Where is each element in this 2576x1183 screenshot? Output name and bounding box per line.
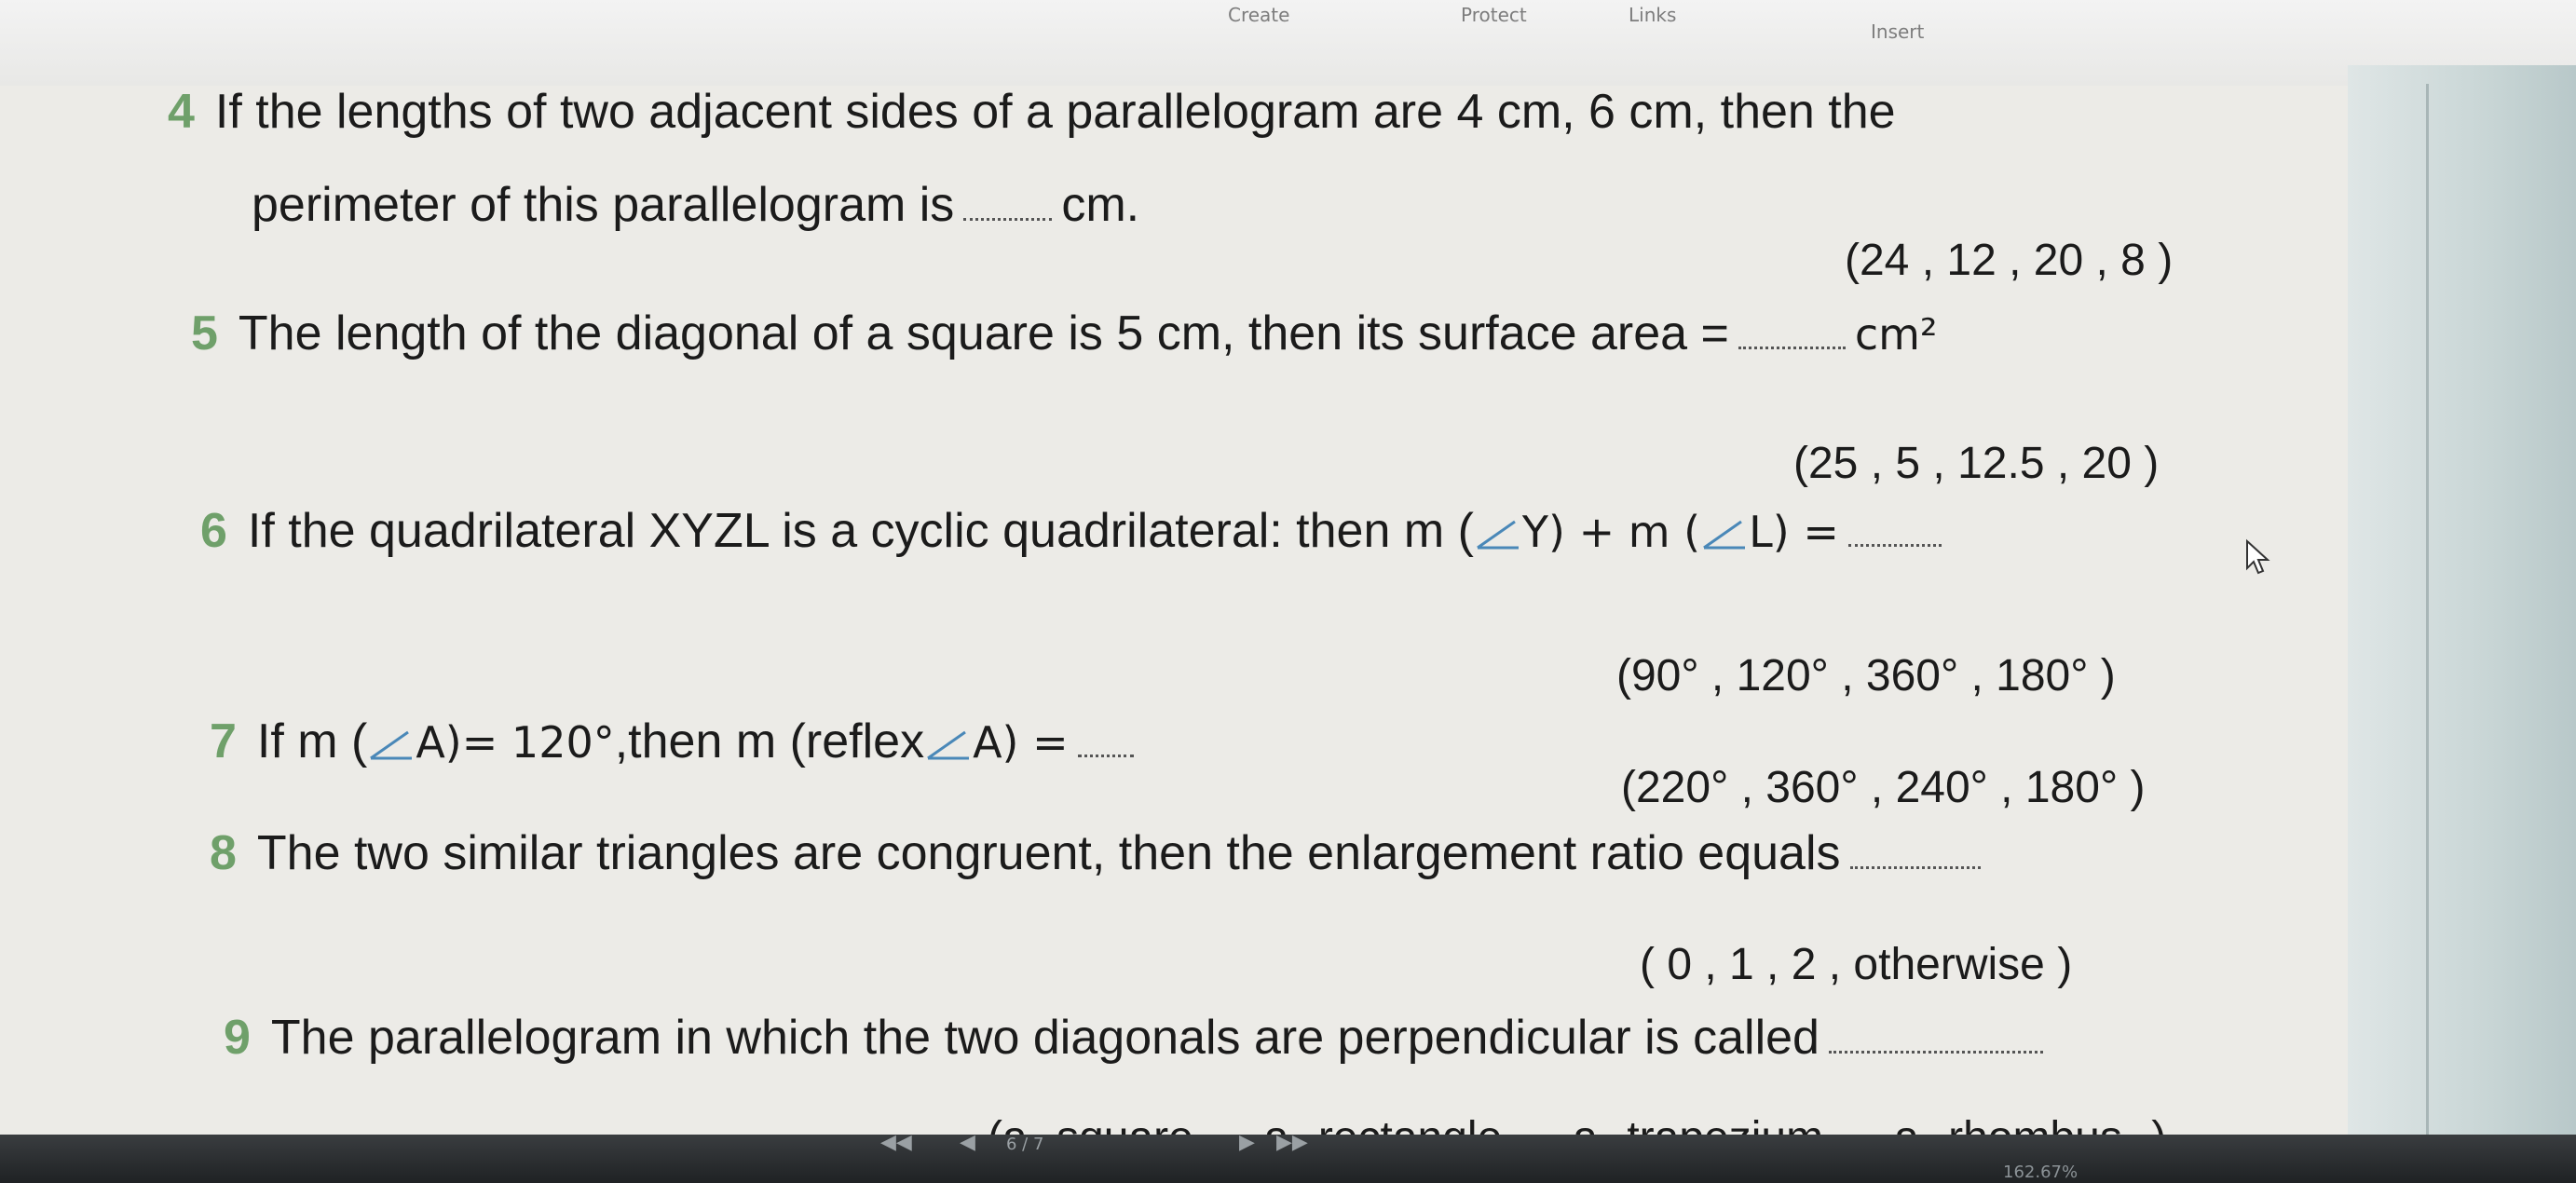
ribbon-tab-create[interactable]: Create xyxy=(1228,4,1289,26)
question-6-options: (90° , 120° , 360° , 180° ) xyxy=(1616,651,2116,700)
ribbon-tab-links[interactable]: Links xyxy=(1629,4,1676,26)
question-text: The parallelogram in which the two diago… xyxy=(270,1011,1820,1065)
answer-blank[interactable] xyxy=(1738,337,1846,349)
question-5-options: (25 , 5 , 12.5 , 20 ) xyxy=(1793,439,2160,488)
math-text: A) = xyxy=(973,717,1069,768)
question-text: ,then m (reflex xyxy=(614,714,925,768)
question-number: 6 xyxy=(200,504,227,558)
question-text: The length of the diagonal of a square i… xyxy=(238,306,1729,360)
question-text: The two similar triangles are congruent,… xyxy=(256,826,1841,880)
question-text: If the lengths of two adjacent sides of … xyxy=(214,85,1896,139)
answer-blank[interactable] xyxy=(1847,535,1942,547)
first-page-button[interactable]: ◀◀ xyxy=(880,1131,912,1154)
question-number: 7 xyxy=(210,714,237,768)
unit-text: cm. xyxy=(1061,178,1140,232)
math-text: L) = xyxy=(1749,507,1839,557)
question-8-line: 8 The two similar triangles are congruent… xyxy=(210,825,1990,881)
question-number: 8 xyxy=(210,826,237,880)
question-text: If the quadrilateral XYZL is a cyclic qu… xyxy=(247,504,1474,558)
panel-divider xyxy=(2426,84,2429,1136)
document-page: 4 If the lengths of two adjacent sides of… xyxy=(56,28,2385,1163)
answer-blank[interactable] xyxy=(1849,857,1981,869)
math-text: Y) + m ( xyxy=(1521,507,1701,557)
math-text: A)= 120° xyxy=(416,717,615,768)
mouse-pointer-icon xyxy=(2243,538,2277,580)
last-page-button[interactable]: ▶▶ xyxy=(1276,1131,1308,1154)
answer-blank[interactable] xyxy=(1077,745,1134,757)
angle-icon xyxy=(1700,518,1749,550)
angle-icon xyxy=(1474,518,1522,550)
question-4-options: (24 , 12 , 20 , 8 ) xyxy=(1845,236,2174,285)
zoom-level[interactable]: 162.67% xyxy=(2003,1163,2078,1182)
question-4-line-1: 4 If the lengths of two adjacent sides of… xyxy=(168,84,1896,140)
question-text: perimeter of this parallelogram is xyxy=(252,178,955,232)
unit-text: cm² xyxy=(1854,309,1938,360)
next-page-button[interactable]: ▶ xyxy=(1239,1131,1255,1154)
angle-icon xyxy=(924,728,973,760)
question-7-line: 7 If m ( A)= 120°,then m (reflex A) = xyxy=(210,714,1143,770)
question-9-line: 9 The parallelogram in which the two diag… xyxy=(224,1010,2052,1066)
prev-page-button[interactable]: ◀ xyxy=(960,1131,975,1154)
angle-icon xyxy=(367,728,416,760)
question-number: 4 xyxy=(168,85,195,139)
question-text: If m ( xyxy=(256,714,368,768)
question-number: 9 xyxy=(224,1011,251,1065)
question-5-line: 5 The length of the diagonal of a square … xyxy=(191,306,1937,362)
answer-blank[interactable] xyxy=(1828,1041,2043,1054)
answer-blank[interactable] xyxy=(963,209,1053,221)
ribbon-tab-protect[interactable]: Protect xyxy=(1461,4,1527,26)
question-7-options: (220° , 360° , 240° , 180° ) xyxy=(1621,763,2146,812)
question-6-line: 6 If the quadrilateral XYZL is a cyclic q… xyxy=(200,503,1951,560)
page-indicator[interactable]: 6 / 7 xyxy=(1006,1135,1043,1154)
question-number: 5 xyxy=(191,306,218,360)
question-8-options: ( 0 , 1 , 2 , otherwise ) xyxy=(1640,940,2073,989)
question-4-line-2: perimeter of this parallelogram is cm. xyxy=(252,177,1139,233)
